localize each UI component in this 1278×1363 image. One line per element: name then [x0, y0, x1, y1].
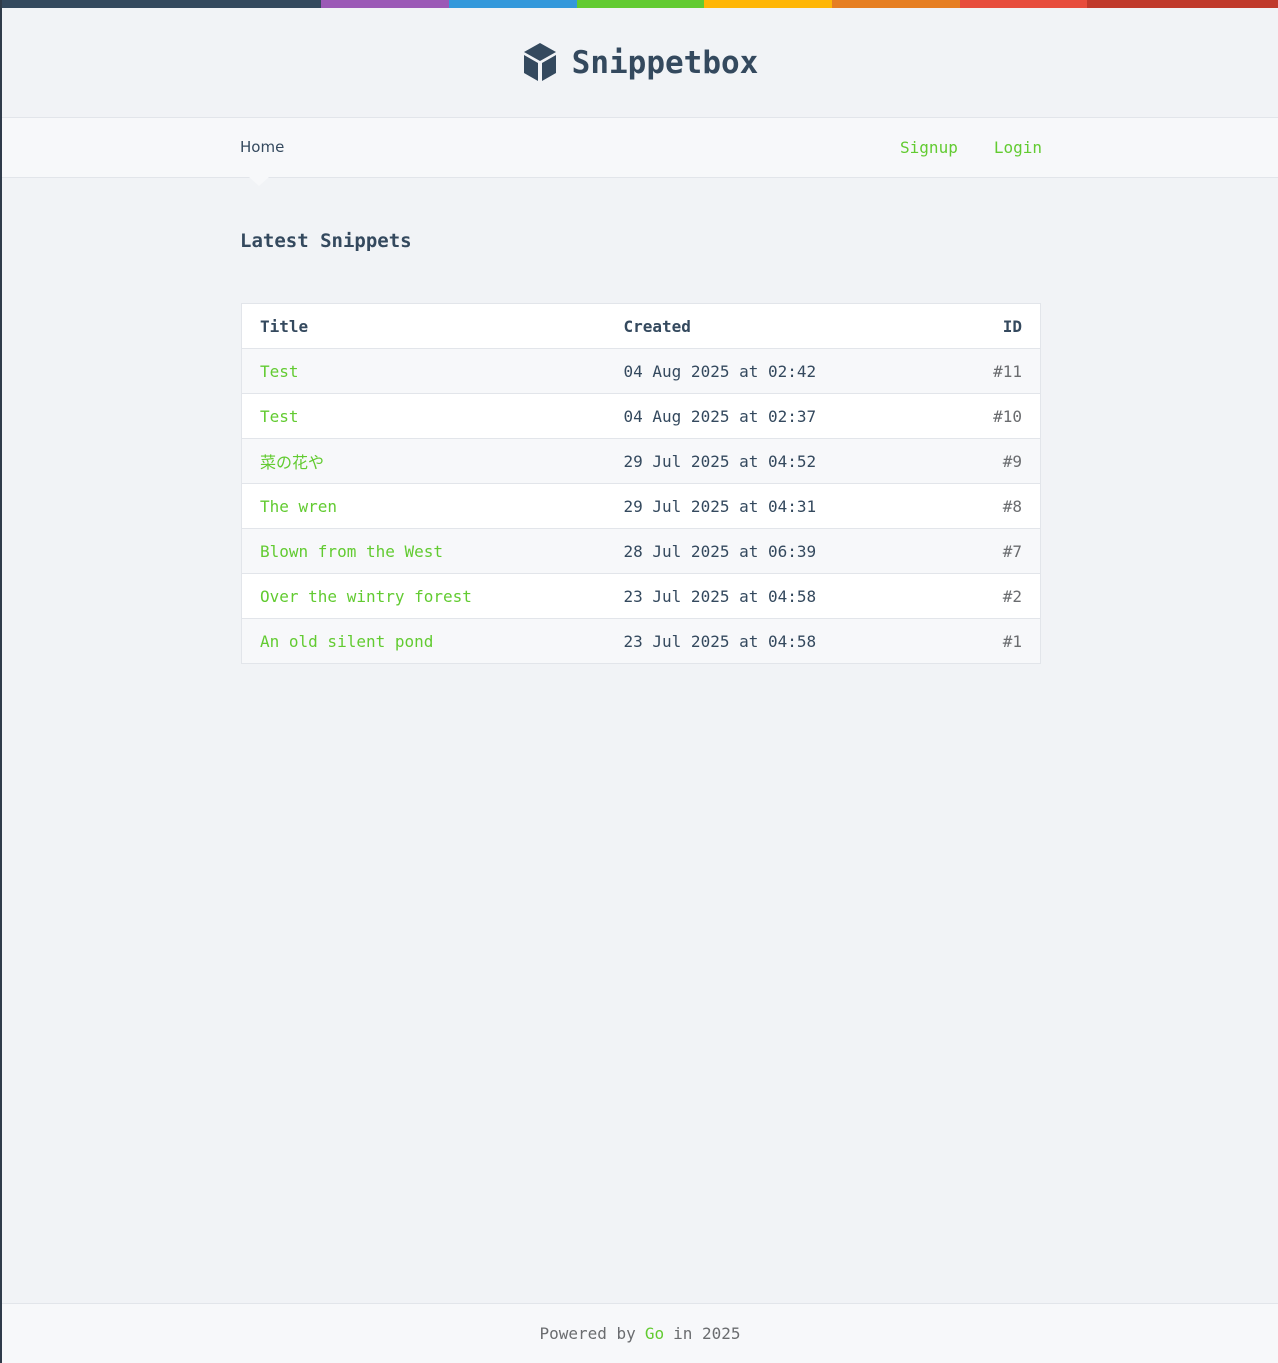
nav-auth-links: Signup Login: [900, 138, 1042, 157]
stripe-segment: [960, 0, 1087, 8]
snippet-link[interactable]: An old silent pond: [260, 632, 433, 651]
cube-icon: [523, 42, 556, 81]
page: Snippetbox Home Signup Login Latest Snip…: [2, 0, 1278, 1363]
brand-link[interactable]: Snippetbox: [572, 45, 759, 81]
snippet-created: 29 Jul 2025 at 04:31: [605, 483, 966, 529]
stripe-segment: [704, 0, 832, 8]
stripe-segment: [577, 0, 704, 8]
column-header-created: Created: [605, 303, 966, 349]
nav-signup-link[interactable]: Signup: [900, 138, 958, 157]
table-row: Over the wintry forest 23 Jul 2025 at 04…: [241, 573, 1041, 619]
snippet-created: 28 Jul 2025 at 06:39: [605, 528, 966, 574]
stripe-segment: [832, 0, 960, 8]
snippet-id: #11: [965, 348, 1041, 394]
snippet-id: #9: [965, 438, 1041, 484]
snippets-table: Title Created ID Test 04 Aug 2025 at 02:…: [241, 303, 1041, 664]
snippet-title-cell: Test: [241, 393, 606, 439]
snippet-title-cell: Blown from the West: [241, 528, 606, 574]
snippet-id: #8: [965, 483, 1041, 529]
snippet-created: 04 Aug 2025 at 02:37: [605, 393, 966, 439]
site-footer: Powered by Go in 2025: [2, 1303, 1278, 1363]
stripe-segment: [2, 0, 321, 8]
snippet-link[interactable]: Over the wintry forest: [260, 587, 472, 606]
snippet-id: #2: [965, 573, 1041, 619]
snippet-id: #7: [965, 528, 1041, 574]
stripe-segment: [1087, 0, 1278, 8]
table-row: Test 04 Aug 2025 at 02:37 #10: [241, 393, 1041, 439]
table-header-row: Title Created ID: [241, 303, 1041, 349]
snippet-title-cell: An old silent pond: [242, 619, 606, 664]
main-nav: Home Signup Login: [2, 117, 1278, 186]
snippet-link[interactable]: Test: [260, 407, 299, 426]
active-nav-indicator: [249, 177, 269, 186]
snippet-id: #1: [1002, 631, 1022, 651]
snippet-link[interactable]: The wren: [260, 497, 337, 516]
nav-login-link[interactable]: Login: [994, 138, 1042, 157]
snippet-created: 04 Aug 2025 at 02:42: [605, 348, 966, 394]
snippet-link[interactable]: Test: [260, 362, 299, 381]
snippet-link[interactable]: Blown from the West: [260, 542, 443, 561]
page-title: Latest Snippets: [240, 230, 412, 252]
column-header-title: Title: [241, 303, 606, 349]
snippet-title-cell: Over the wintry forest: [241, 573, 606, 619]
stripe-segment: [449, 0, 577, 8]
table-row: An old silent pond 23 Jul 2025 at 04:58 …: [241, 618, 1041, 664]
column-header-id: ID: [965, 303, 1041, 349]
table-row: 菜の花や 29 Jul 2025 at 04:52 #9: [241, 438, 1041, 484]
color-stripe: [2, 0, 1278, 8]
footer-suffix: in 2025: [673, 1324, 741, 1343]
snippet-link[interactable]: 菜の花や: [260, 453, 324, 472]
snippet-id: #10: [965, 393, 1041, 439]
snippet-title-cell: 菜の花や: [241, 438, 606, 484]
snippet-created: 23 Jul 2025 at 04:58: [623, 631, 817, 651]
table-row: Test 04 Aug 2025 at 02:42 #11: [241, 348, 1041, 394]
nav-home-link[interactable]: Home: [240, 138, 284, 156]
snippet-title-cell: Test: [241, 348, 606, 394]
snippet-title-cell: The wren: [241, 483, 606, 529]
table-row: The wren 29 Jul 2025 at 04:31 #8: [241, 483, 1041, 529]
footer-prefix: Powered by: [539, 1324, 636, 1343]
snippet-created: 29 Jul 2025 at 04:52: [605, 438, 966, 484]
site-header: Snippetbox: [2, 8, 1278, 117]
stripe-segment: [321, 0, 449, 8]
snippet-created: 23 Jul 2025 at 04:58: [605, 573, 966, 619]
table-row: Blown from the West 28 Jul 2025 at 06:39…: [241, 528, 1041, 574]
footer-go-link[interactable]: Go: [645, 1324, 664, 1343]
